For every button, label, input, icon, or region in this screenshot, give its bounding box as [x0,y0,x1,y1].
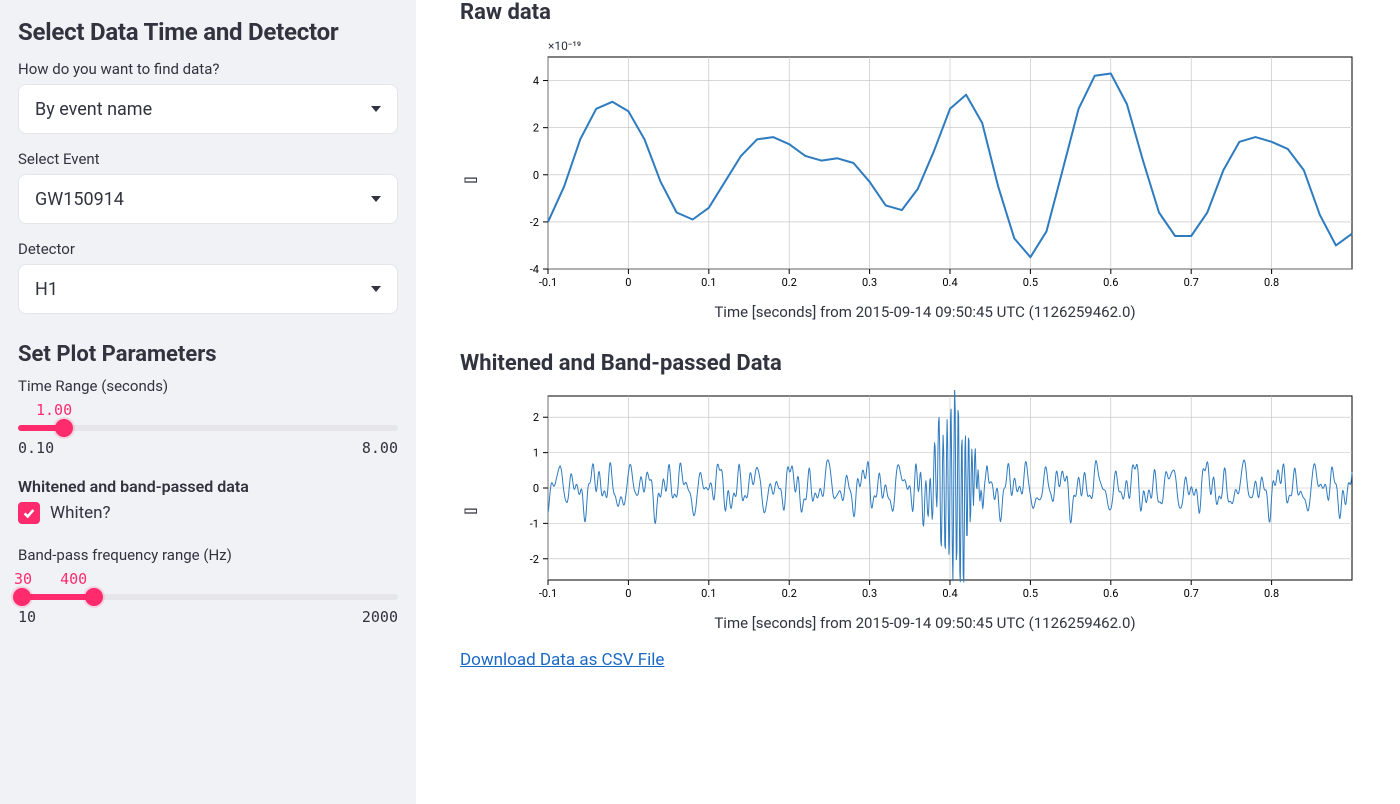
raw-ylabel: [] [464,177,479,184]
svg-text:-2: -2 [530,216,539,229]
chevron-down-icon [371,106,381,112]
bandpass-min: 10 [18,608,36,626]
svg-text:0.2: 0.2 [782,587,797,600]
detector-label: Detector [18,240,398,258]
bandpass-label: Band-pass frequency range (Hz) [18,546,398,564]
svg-text:-1: -1 [530,517,539,530]
svg-text:4: 4 [533,75,539,88]
svg-text:0.8: 0.8 [1264,587,1279,600]
check-icon [22,506,36,520]
section-title-plot: Set Plot Parameters [18,330,398,367]
whitened-xlabel: Time [seconds] from 2015-09-14 09:50:45 … [490,610,1360,632]
whitened-ylabel: [] [464,508,479,515]
svg-text:0.3: 0.3 [862,587,877,600]
svg-text:0.4: 0.4 [942,276,957,289]
bandpass-lo: 30 [14,570,32,588]
whiten-checkbox[interactable] [18,502,40,524]
chevron-down-icon [371,196,381,202]
whiten-section-label: Whitened and band-passed data [18,477,398,496]
svg-text:0.7: 0.7 [1184,587,1199,600]
svg-text:0.4: 0.4 [942,587,957,600]
svg-text:0.6: 0.6 [1103,276,1118,289]
svg-text:0: 0 [625,276,631,289]
svg-text:2: 2 [533,122,539,135]
event-value: GW150914 [35,189,124,210]
detector-select[interactable]: H1 [18,264,398,314]
find-data-value: By event name [35,99,152,120]
whitened-data-title: Whitened and Band-passed Data [460,351,1376,376]
svg-text:-4: -4 [530,263,539,276]
time-range-label: Time Range (seconds) [18,377,398,395]
svg-text:0.2: 0.2 [782,276,797,289]
svg-text:0.1: 0.1 [701,276,716,289]
whitened-chart: [] -0.100.10.20.30.40.50.60.70.8-2-1012 … [460,382,1376,632]
svg-text:0: 0 [533,482,539,495]
find-data-label: How do you want to find data? [18,60,398,78]
main-content: Raw data ×10⁻¹⁹ [] -0.1 0 0.1 0.2 0.3 0.4 0.5 0… [416,0,1400,804]
svg-text:0: 0 [625,587,631,600]
svg-text:-2: -2 [530,553,539,566]
event-label: Select Event [18,150,398,168]
slider-thumb-lo[interactable] [13,588,31,606]
svg-text:-0.1: -0.1 [539,587,557,600]
raw-data-title: Raw data [460,0,1376,25]
detector-value: H1 [35,279,58,300]
raw-chart-svg: -0.1 0 0.1 0.2 0.3 0.4 0.5 0.6 0.7 0.8 -4 -2 0 2 4 [490,39,1360,299]
svg-text:0.6: 0.6 [1103,587,1118,600]
section-title-data: Select Data Time and Detector [18,18,398,46]
svg-text:0.8: 0.8 [1264,276,1279,289]
bandpass-hi: 400 [60,570,87,588]
time-range-slider[interactable]: 1.00 0.10 8.00 [18,401,398,457]
svg-text:0.3: 0.3 [862,276,877,289]
chevron-down-icon [371,286,381,292]
sidebar: Select Data Time and Detector How do you… [0,0,416,804]
bandpass-slider[interactable]: 30 400 10 2000 [18,570,398,626]
raw-chart: ×10⁻¹⁹ [] -0.100.10.20.30.40.50.60.70.8-… [460,31,1376,321]
event-select[interactable]: GW150914 [18,174,398,224]
time-range-min: 0.10 [18,439,54,457]
raw-y-exponent: ×10⁻¹⁹ [548,39,581,53]
svg-text:0.7: 0.7 [1184,276,1199,289]
svg-text:2: 2 [533,411,539,424]
time-range-value: 1.00 [36,401,398,419]
bandpass-max: 2000 [362,608,398,626]
raw-xlabel: Time [seconds] from 2015-09-14 09:50:45 … [490,299,1360,321]
time-range-max: 8.00 [362,439,398,457]
svg-text:0.1: 0.1 [701,587,716,600]
svg-text:-0.1: -0.1 [539,276,557,289]
slider-thumb[interactable] [55,419,73,437]
svg-text:0.5: 0.5 [1023,587,1038,600]
svg-text:0: 0 [533,169,539,182]
whiten-checkbox-label: Whiten? [50,503,111,523]
find-data-select[interactable]: By event name [18,84,398,134]
svg-text:1: 1 [533,447,539,460]
slider-thumb-hi[interactable] [85,588,103,606]
download-csv-link[interactable]: Download Data as CSV File [460,650,664,670]
svg-text:0.5: 0.5 [1023,276,1038,289]
whitened-chart-svg: -0.1 0 0.1 0.2 0.3 0.4 0.5 0.6 0.7 0.8 -2 -1 0 1 2 [490,390,1360,610]
